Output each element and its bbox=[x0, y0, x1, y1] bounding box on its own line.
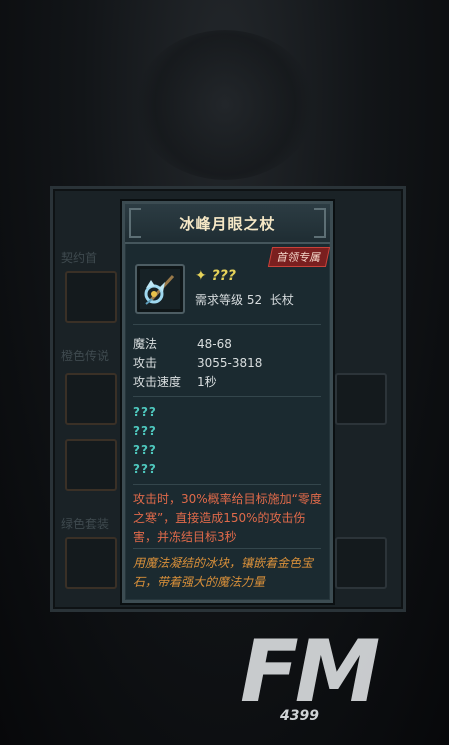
background-emblem bbox=[135, 30, 315, 180]
equip-slot[interactable] bbox=[65, 373, 117, 425]
unknown-attribute: ??? bbox=[133, 462, 157, 476]
divider bbox=[133, 396, 321, 397]
unknown-attribute: ??? bbox=[133, 443, 157, 457]
special-effect-text: 攻击时，30%概率给目标施加“零度之寒”，直接造成150%的攻击伤害，并冻结目标… bbox=[133, 492, 322, 544]
equip-slot[interactable] bbox=[65, 537, 117, 589]
tooltip-title-bar: 冰峰月眼之杖 bbox=[125, 204, 330, 244]
star-rating-value: ??? bbox=[211, 268, 236, 284]
watermark-logo: FM 4399 bbox=[240, 622, 440, 733]
flavor-text: 用魔法凝结的冰块，镶嵌着金色宝石，带着强大的魔法力量 bbox=[133, 556, 314, 589]
stat-value: 1秒 bbox=[197, 375, 217, 389]
divider bbox=[133, 484, 321, 485]
equip-slot[interactable] bbox=[65, 271, 117, 323]
level-requirement: 需求等级 52 bbox=[195, 293, 263, 307]
stat-row: 魔法 48-68 bbox=[133, 335, 232, 352]
ice-staff-icon bbox=[135, 264, 185, 314]
weapon-type: 长杖 bbox=[269, 293, 294, 307]
unknown-attribute: ??? bbox=[133, 424, 157, 438]
category-label-orange: 橙色传说 bbox=[61, 349, 110, 363]
watermark-main: FM bbox=[240, 622, 380, 722]
equip-slot[interactable] bbox=[65, 439, 117, 491]
item-tooltip: 冰峰月眼之杖 首领专属 ✦ ??? 需求等级 52 长杖 魔法 48-68 攻击 3… bbox=[122, 201, 333, 603]
frame-corner bbox=[129, 208, 141, 238]
star-rating: ✦ ??? bbox=[195, 268, 236, 284]
equip-slot[interactable] bbox=[335, 373, 387, 425]
equip-slot[interactable] bbox=[335, 537, 387, 589]
stat-name: 魔法 bbox=[133, 337, 158, 351]
stat-value: 48-68 bbox=[197, 337, 232, 351]
stat-name: 攻击速度 bbox=[133, 375, 182, 389]
category-label-green: 绿色套装 bbox=[61, 517, 110, 531]
watermark-sub: 4399 bbox=[280, 708, 319, 724]
item-name: 冰峰月眼之杖 bbox=[179, 214, 276, 233]
stat-name: 攻击 bbox=[133, 356, 158, 370]
stat-value: 3055-3818 bbox=[197, 356, 263, 370]
sparkle-icon: ✦ bbox=[195, 268, 212, 284]
boss-exclusive-badge: 首领专属 bbox=[267, 247, 331, 267]
stat-row: 攻击 3055-3818 bbox=[133, 354, 262, 371]
requirement-line: 需求等级 52 长杖 bbox=[195, 291, 298, 308]
frame-corner bbox=[314, 208, 326, 238]
stat-row: 攻击速度 1秒 bbox=[133, 373, 217, 390]
unknown-attribute: ??? bbox=[133, 405, 157, 419]
divider bbox=[133, 548, 321, 549]
category-label-contract: 契约首 bbox=[61, 251, 98, 265]
divider bbox=[133, 324, 321, 325]
